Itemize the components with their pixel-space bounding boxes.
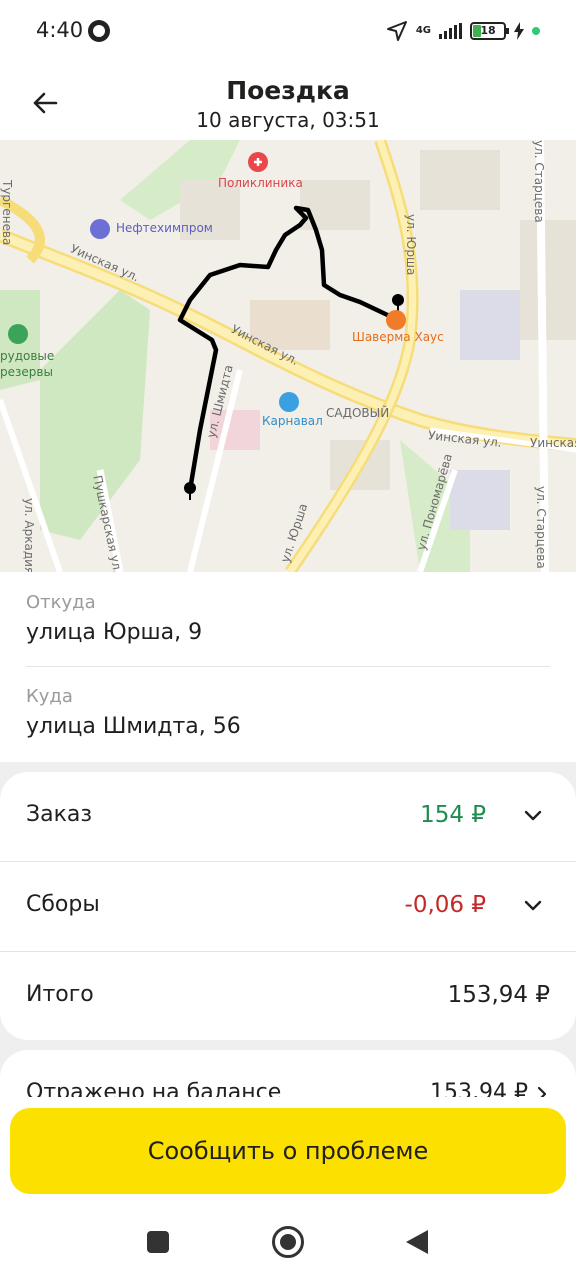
cost-card: Заказ 154 ₽ Сборы -0,06 ₽ Итого 153,94 ₽ (0, 772, 576, 1040)
from-address[interactable]: улица Юрша, 9 (26, 620, 202, 645)
map-place-shaverma[interactable]: Шаверма Хаус (352, 330, 444, 344)
system-back-button[interactable] (406, 1230, 428, 1254)
network-type: 4G (415, 25, 431, 36)
from-label: Откуда (26, 592, 96, 613)
status-time: 4:40 (36, 18, 84, 42)
street-label: Уинская (530, 436, 576, 450)
street-label: ул. Старцева (532, 140, 546, 223)
route-map[interactable]: Поликлиника Нефтехимпром Шаверма Хаус Ка… (0, 140, 576, 572)
map-place-reserves[interactable]: рудовые резервы (0, 348, 54, 380)
chevron-down-icon[interactable] (522, 804, 544, 826)
street-label: ул. Старцева (534, 486, 548, 569)
street-label: Тургенева (0, 180, 14, 246)
battery-level: 18 (480, 24, 496, 37)
home-button[interactable] (272, 1226, 304, 1258)
route-card: Откуда улица Юрша, 9 Куда улица Шмидта, … (0, 572, 576, 762)
charging-icon (514, 22, 524, 40)
street-label: ул. Аркадия Га (22, 498, 36, 572)
to-label: Куда (26, 686, 73, 707)
header: Поездка 10 августа, 03:51 (0, 62, 576, 140)
app-notification-icon (88, 20, 110, 42)
status-bar: 4:40 4G 18 (0, 0, 576, 62)
map-place-karnaval[interactable]: Карнавал (262, 414, 323, 428)
map-place-neftekhimprom[interactable]: Нефтехимпром (116, 221, 213, 235)
location-arrow-icon (386, 21, 407, 41)
fees-label: Сборы (26, 892, 100, 917)
total-label: Итого (26, 982, 94, 1007)
street-label: ул. Юрша (404, 214, 418, 276)
order-label: Заказ (26, 802, 93, 827)
status-icons: 4G 18 (386, 18, 540, 44)
total-value: 153,94 ₽ (447, 982, 550, 1008)
total-row: Итого 153,94 ₽ (0, 952, 576, 1040)
map-district-sadovy: САДОВЫЙ (326, 406, 390, 420)
privacy-dot-icon (532, 27, 540, 35)
fees-value: -0,06 ₽ (404, 892, 486, 918)
map-place-clinic[interactable]: Поликлиника (218, 176, 303, 190)
system-nav-bar (0, 1200, 576, 1280)
page-title: Поездка (226, 76, 350, 105)
signal-icon (439, 23, 462, 39)
report-problem-button[interactable]: Сообщить о проблеме (10, 1108, 566, 1194)
divider (26, 666, 550, 667)
order-value: 154 ₽ (420, 802, 486, 828)
recents-button[interactable] (147, 1231, 169, 1253)
to-address[interactable]: улица Шмидта, 56 (26, 714, 241, 739)
trip-date: 10 августа, 03:51 (196, 108, 380, 132)
order-row[interactable]: Заказ 154 ₽ (0, 772, 576, 862)
fees-row[interactable]: Сборы -0,06 ₽ (0, 862, 576, 952)
chevron-down-icon[interactable] (522, 894, 544, 916)
battery-icon: 18 (470, 22, 509, 40)
